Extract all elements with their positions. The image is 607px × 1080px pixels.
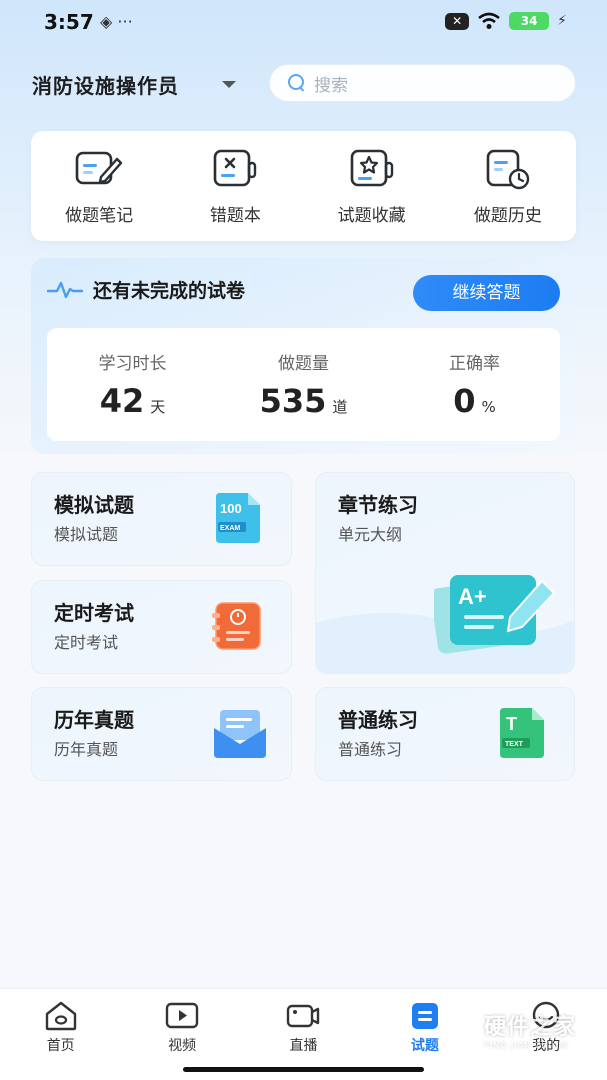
exam-icon-score: 100	[220, 501, 242, 516]
grade-a-plus-icon: A+	[434, 575, 556, 654]
watermark-text: 硬件之家	[484, 1014, 577, 1040]
stat-label: 做题量	[278, 354, 329, 374]
timer-book-icon	[212, 602, 261, 650]
charging-icon: ⚡	[557, 13, 567, 29]
stat-unit: 天	[150, 398, 166, 416]
stat-accuracy: 正确率 0 %	[400, 349, 550, 420]
nav-label: 视频	[168, 1038, 197, 1054]
module-title: 历年真题	[54, 708, 134, 732]
search-placeholder: 搜索	[314, 75, 348, 96]
tool-label: 做题笔记	[65, 205, 134, 226]
home-indicator[interactable]	[183, 1067, 424, 1072]
module-chapter-practice[interactable]: 章节练习 单元大纲 A+	[315, 472, 575, 674]
study-stats: 学习时长 42 天 做题量 535 道 正确率 0 %	[47, 328, 560, 441]
module-past-papers[interactable]: 历年真题 历年真题	[31, 687, 292, 781]
stat-value: 42	[99, 382, 145, 420]
module-timed-exam[interactable]: 定时考试 定时考试	[31, 580, 292, 674]
home-icon	[45, 1001, 76, 1031]
mute-icon: ✕	[445, 12, 470, 30]
header: 消防设施操作员 搜索	[32, 64, 577, 104]
tool-label: 试题收藏	[337, 205, 406, 226]
module-subtitle: 历年真题	[54, 740, 119, 759]
module-subtitle: 定时考试	[54, 633, 119, 652]
watermark-logo-icon	[441, 1008, 477, 1050]
exam-card-header: 还有未完成的试卷	[47, 276, 245, 303]
module-title: 章节练习	[338, 493, 418, 517]
stat-label: 正确率	[449, 354, 500, 374]
search-input[interactable]: 搜索	[269, 64, 576, 102]
stat-value: 0	[453, 382, 476, 420]
text-icon-badge: TEXT	[505, 741, 524, 748]
tool-favorites[interactable]: 试题收藏	[312, 147, 432, 226]
text-file-icon: T TEXT	[500, 708, 544, 758]
nav-home[interactable]: 首页	[21, 1001, 101, 1080]
tool-wrong-book[interactable]: 错题本	[175, 147, 295, 226]
video-icon	[165, 1002, 199, 1029]
grade-icon-text: A+	[458, 584, 487, 609]
pulse-icon	[47, 281, 83, 298]
module-title: 定时考试	[54, 601, 134, 625]
module-subtitle: 普通练习	[338, 740, 403, 759]
wifi-icon	[478, 12, 500, 29]
history-clock-icon	[486, 149, 530, 189]
stat-label: 学习时长	[98, 354, 167, 374]
stat-study-days: 学习时长 42 天	[58, 349, 208, 420]
tool-history[interactable]: 做题历史	[448, 147, 568, 226]
stat-value: 535	[259, 382, 327, 420]
envelope-icon	[214, 710, 266, 758]
battery-icon: 34	[509, 12, 550, 30]
stat-unit: %	[481, 398, 496, 416]
status-bar: 3:57 ◈ ··· ✕ 34 ⚡	[0, 0, 607, 46]
tool-label: 错题本	[209, 205, 261, 226]
module-normal-practice[interactable]: 普通练习 普通练习 T TEXT	[315, 687, 575, 781]
exam-icon-badge: EXAM	[220, 525, 240, 532]
nav-label: 首页	[46, 1038, 75, 1054]
module-subtitle: 单元大纲	[338, 525, 403, 544]
status-right-icons: ✕ 34 ⚡	[445, 12, 567, 30]
nav-label: 试题	[410, 1038, 439, 1054]
tool-practice-notes[interactable]: 做题笔记	[39, 147, 159, 226]
stat-unit: 道	[332, 398, 348, 416]
wrong-book-icon	[214, 149, 257, 186]
watermark-subtext: YING JIAN ZHI JIA	[484, 1040, 569, 1050]
text-icon-letter: T	[506, 714, 517, 734]
tool-label: 做题历史	[473, 205, 542, 226]
favorite-star-icon	[350, 149, 393, 186]
chevron-down-icon[interactable]	[222, 81, 236, 88]
quick-tools-card: 做题笔记 错题本 试题收藏 做题历史	[31, 131, 576, 241]
role-selector[interactable]: 消防设施操作员	[32, 70, 179, 99]
nav-label: 直播	[289, 1038, 318, 1054]
live-camera-icon	[287, 1004, 320, 1028]
notification-icons: ◈ ···	[100, 12, 133, 31]
unfinished-exam-card: 还有未完成的试卷 继续答题 学习时长 42 天 做题量 535 道 正确率 0 …	[31, 258, 576, 454]
stat-question-count: 做题量 535 道	[229, 349, 379, 420]
status-time: 3:57	[44, 10, 94, 34]
continue-answer-button[interactable]: 继续答题	[413, 275, 560, 311]
search-icon	[288, 74, 306, 92]
module-mock-exam[interactable]: 模拟试题 模拟试题 100 EXAM	[31, 472, 292, 566]
module-title: 模拟试题	[54, 493, 134, 517]
watermark: 硬件之家 YING JIAN ZHI JIA	[440, 1008, 576, 1050]
module-title: 普通练习	[338, 708, 418, 732]
questions-icon	[411, 1003, 438, 1029]
module-subtitle: 模拟试题	[54, 525, 119, 544]
exam-card-title: 还有未完成的试卷	[93, 280, 246, 302]
note-edit-icon	[75, 151, 123, 184]
exam-paper-icon: 100 EXAM	[216, 493, 260, 543]
